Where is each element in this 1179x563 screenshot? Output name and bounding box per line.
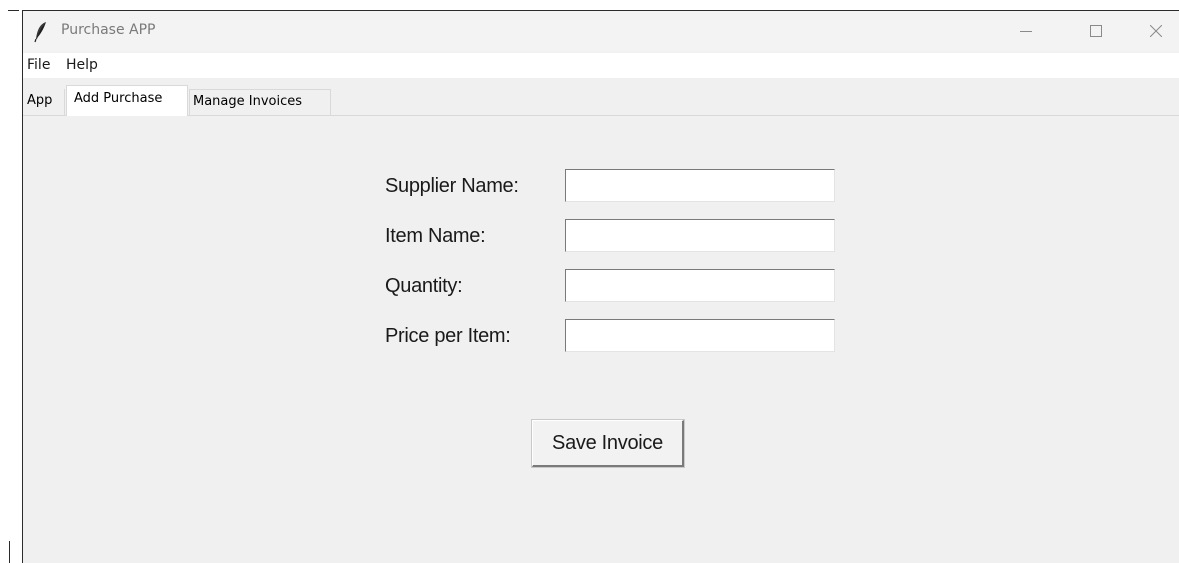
tab-add-purchase[interactable]: Add Purchase	[66, 85, 188, 116]
item-name-input[interactable]	[565, 219, 835, 252]
window-title: Purchase APP	[61, 22, 156, 38]
save-invoice-button[interactable]: Save Invoice	[532, 420, 684, 467]
price-per-item-label: Price per Item:	[385, 325, 511, 347]
menu-bar: File Help	[23, 53, 1179, 78]
quantity-label: Quantity:	[385, 275, 463, 297]
menu-file[interactable]: File	[27, 57, 50, 73]
maximize-button[interactable]	[1073, 11, 1119, 52]
price-per-item-input[interactable]	[565, 319, 835, 352]
tab-bar: App Add Purchase Manage Invoices	[23, 79, 1179, 116]
screen: Purchase APP File Help App Add Purchase …	[0, 0, 1179, 563]
menu-help[interactable]: Help	[66, 57, 98, 73]
desktop-edge	[8, 10, 19, 11]
quantity-input[interactable]	[565, 269, 835, 302]
item-name-label: Item Name:	[385, 225, 486, 247]
app-window: Purchase APP File Help App Add Purchase …	[22, 10, 1179, 563]
close-icon	[1150, 25, 1162, 37]
feather-icon	[34, 21, 48, 43]
desktop-edge-bottom	[9, 541, 10, 563]
maximize-icon	[1090, 25, 1102, 37]
close-button[interactable]	[1133, 11, 1179, 52]
minimize-button[interactable]	[1003, 11, 1049, 52]
title-bar[interactable]: Purchase APP	[23, 11, 1179, 52]
tab-manage-invoices[interactable]: Manage Invoices	[189, 89, 331, 115]
minimize-icon	[1020, 31, 1032, 32]
tab-app[interactable]: App	[23, 89, 65, 115]
supplier-name-label: Supplier Name:	[385, 175, 519, 197]
supplier-name-input[interactable]	[565, 169, 835, 202]
